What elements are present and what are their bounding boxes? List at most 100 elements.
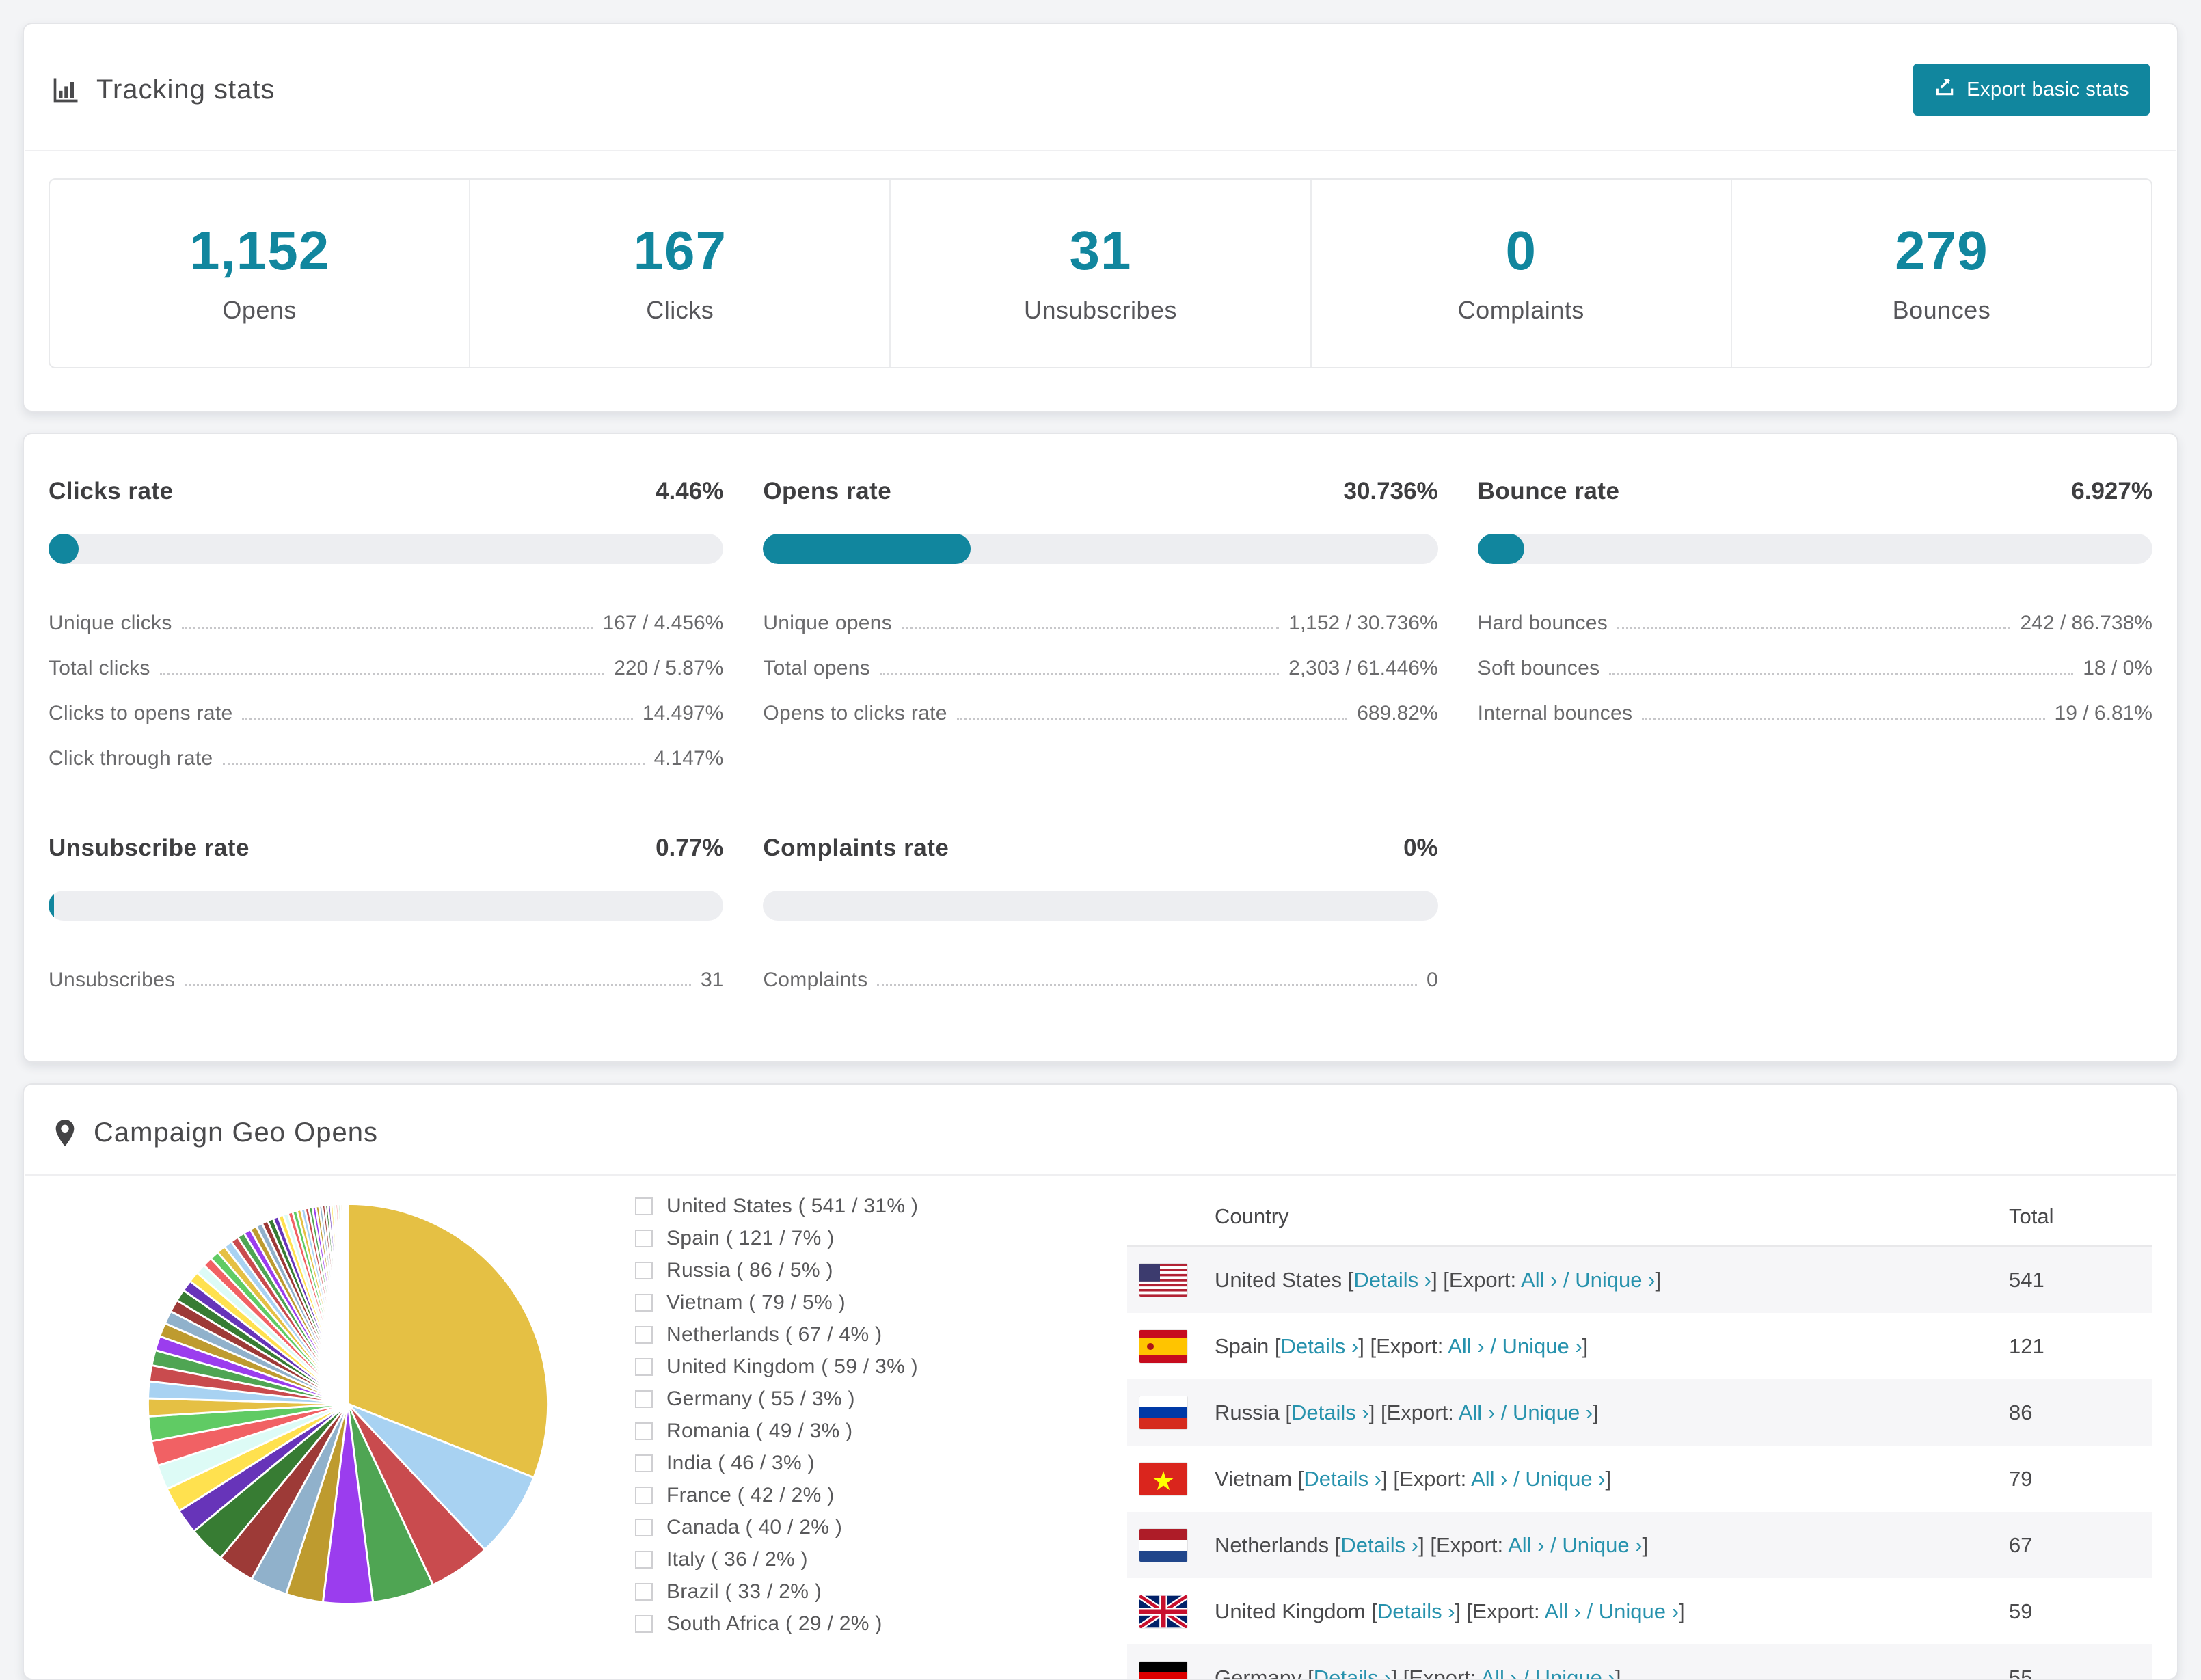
export-unique-link[interactable]: Unique › [1599, 1599, 1679, 1623]
rate-row-label: Soft bounces [1478, 657, 1600, 680]
geo-table-body: United States [Details ›] [Export: All ›… [1127, 1247, 2152, 1680]
legend-item[interactable]: Netherlands ( 67 / 4% ) [635, 1323, 990, 1346]
legend-item[interactable]: France ( 42 / 2% ) [635, 1484, 990, 1507]
legend-item[interactable]: Vietnam ( 79 / 5% ) [635, 1291, 990, 1314]
rate-row: Internal bounces 19 / 6.81% [1478, 684, 2152, 729]
rate-title: Unsubscribe rate [49, 835, 249, 862]
country-name: United States [1215, 1268, 1342, 1292]
flag-nl-icon [1139, 1529, 1187, 1562]
geo-table-row: Netherlands [Details ›] [Export: All › /… [1127, 1512, 2152, 1578]
progress-bar [763, 891, 1437, 921]
details-link[interactable]: Details › [1353, 1268, 1431, 1292]
legend-item[interactable]: South Africa ( 29 / 2% ) [635, 1612, 990, 1636]
country-total: 121 [2009, 1334, 2152, 1359]
dotted-leader [185, 984, 691, 986]
rate-row-label: Clicks to opens rate [49, 702, 232, 725]
rate-rows: Complaints 0 [763, 951, 1437, 996]
progress-fill [763, 534, 970, 564]
details-link[interactable]: Details › [1340, 1533, 1418, 1557]
rate-row-value: 2,303 / 61.446% [1288, 657, 1438, 680]
export-basic-stats-button[interactable]: Export basic stats [1913, 64, 2150, 116]
legend-label: Canada ( 40 / 2% ) [666, 1516, 842, 1539]
legend-item[interactable]: Brazil ( 33 / 2% ) [635, 1580, 990, 1603]
export-unique-link[interactable]: Unique › [1513, 1400, 1593, 1424]
geo-table-row: Vietnam [Details ›] [Export: All › / Uni… [1127, 1446, 2152, 1512]
export-all-link[interactable]: All › [1471, 1467, 1507, 1491]
rate-row: Opens to clicks rate 689.82% [763, 684, 1437, 729]
dotted-leader [182, 627, 593, 629]
export-unique-link[interactable]: Unique › [1535, 1666, 1615, 1680]
rate-row-label: Internal bounces [1478, 702, 1633, 725]
flag-us-icon [1139, 1264, 1187, 1297]
details-link[interactable]: Details › [1304, 1467, 1381, 1491]
export-all-link[interactable]: All › [1448, 1334, 1484, 1358]
stat-cell: 31 Unsubscribes [889, 180, 1310, 367]
stat-cell: 279 Bounces [1731, 180, 2151, 367]
export-unique-link[interactable]: Unique › [1502, 1334, 1582, 1358]
legend-label: United Kingdom ( 59 / 3% ) [666, 1355, 918, 1379]
legend-item[interactable]: Spain ( 121 / 7% ) [635, 1227, 990, 1250]
export-label: Export: [1449, 1268, 1516, 1292]
rate-row-value: 242 / 86.738% [2020, 612, 2152, 635]
export-unique-link[interactable]: Unique › [1562, 1533, 1642, 1557]
legend-label: South Africa ( 29 / 2% ) [666, 1612, 882, 1636]
legend-swatch-border [635, 1262, 653, 1279]
rate-value: 4.46% [656, 478, 723, 505]
rate-row-value: 4.147% [654, 747, 724, 770]
legend-item[interactable]: Canada ( 40 / 2% ) [635, 1516, 990, 1539]
export-label: Export: [1387, 1400, 1454, 1424]
stat-cell: 1,152 Opens [50, 180, 469, 367]
stats-row: 1,152 Opens 167 Clicks 31 Unsubscribes 0… [49, 178, 2152, 368]
export-unique-link[interactable]: Unique › [1525, 1467, 1605, 1491]
legend-item[interactable]: Romania ( 49 / 3% ) [635, 1420, 990, 1443]
rate-row: Unsubscribes 31 [49, 951, 723, 996]
progress-fill [49, 534, 79, 564]
rate-row: Complaints 0 [763, 951, 1437, 996]
rate-value: 30.736% [1343, 478, 1437, 505]
bar-chart-icon [51, 74, 81, 105]
legend-label: Vietnam ( 79 / 5% ) [666, 1291, 846, 1314]
export-all-link[interactable]: All › [1508, 1533, 1544, 1557]
stat-label: Opens [50, 296, 469, 325]
export-unique-link[interactable]: Unique › [1575, 1268, 1655, 1292]
legend-item[interactable]: India ( 46 / 3% ) [635, 1452, 990, 1475]
export-all-link[interactable]: All › [1545, 1599, 1581, 1623]
legend-item[interactable]: Germany ( 55 / 3% ) [635, 1387, 990, 1411]
rate-row-label: Unique opens [763, 612, 892, 635]
country-total: 541 [2009, 1268, 2152, 1292]
legend-item[interactable]: Russia ( 86 / 5% ) [635, 1259, 990, 1282]
export-all-link[interactable]: All › [1481, 1666, 1517, 1680]
rate-rows: Unique opens 1,152 / 30.736% Total opens… [763, 594, 1437, 729]
details-link[interactable]: Details › [1314, 1666, 1392, 1680]
details-link[interactable]: Details › [1281, 1334, 1359, 1358]
details-link[interactable]: Details › [1377, 1599, 1455, 1623]
country-name: Netherlands [1215, 1533, 1329, 1557]
legend-swatch-border [635, 1583, 653, 1601]
geo-table-row: United Kingdom [Details ›] [Export: All … [1127, 1578, 2152, 1644]
export-all-link[interactable]: All › [1521, 1268, 1557, 1292]
geo-opens-title-text: Campaign Geo Opens [94, 1117, 378, 1148]
legend-swatch-border [635, 1197, 653, 1215]
legend-swatch-border [635, 1615, 653, 1633]
rate-row-value: 220 / 5.87% [614, 657, 723, 680]
legend-label: United States ( 541 / 31% ) [666, 1195, 918, 1218]
legend-item[interactable]: United Kingdom ( 59 / 3% ) [635, 1355, 990, 1379]
rate-row-value: 14.497% [643, 702, 723, 725]
export-label: Export: [1436, 1533, 1503, 1557]
geo-opens-header: Campaign Geo Opens [24, 1085, 2177, 1174]
geo-pie-chart[interactable] [136, 1192, 560, 1616]
flag-gb-icon [1139, 1595, 1187, 1628]
legend-item[interactable]: Italy ( 36 / 2% ) [635, 1548, 990, 1571]
rate-row-label: Unsubscribes [49, 968, 175, 992]
legend-swatch-border [635, 1358, 653, 1376]
progress-fill [1478, 534, 1524, 564]
geo-legend: United States ( 541 / 31% ) Spain ( 121 … [635, 1195, 990, 1680]
dotted-leader [902, 627, 1279, 629]
legend-label: India ( 46 / 3% ) [666, 1452, 815, 1475]
legend-item[interactable]: United States ( 541 / 31% ) [635, 1195, 990, 1218]
stat-label: Unsubscribes [891, 296, 1310, 325]
details-link[interactable]: Details › [1291, 1400, 1369, 1424]
rate-row: Unique clicks 167 / 4.456% [49, 594, 723, 639]
rate-row-label: Unique clicks [49, 612, 172, 635]
export-all-link[interactable]: All › [1459, 1400, 1495, 1424]
